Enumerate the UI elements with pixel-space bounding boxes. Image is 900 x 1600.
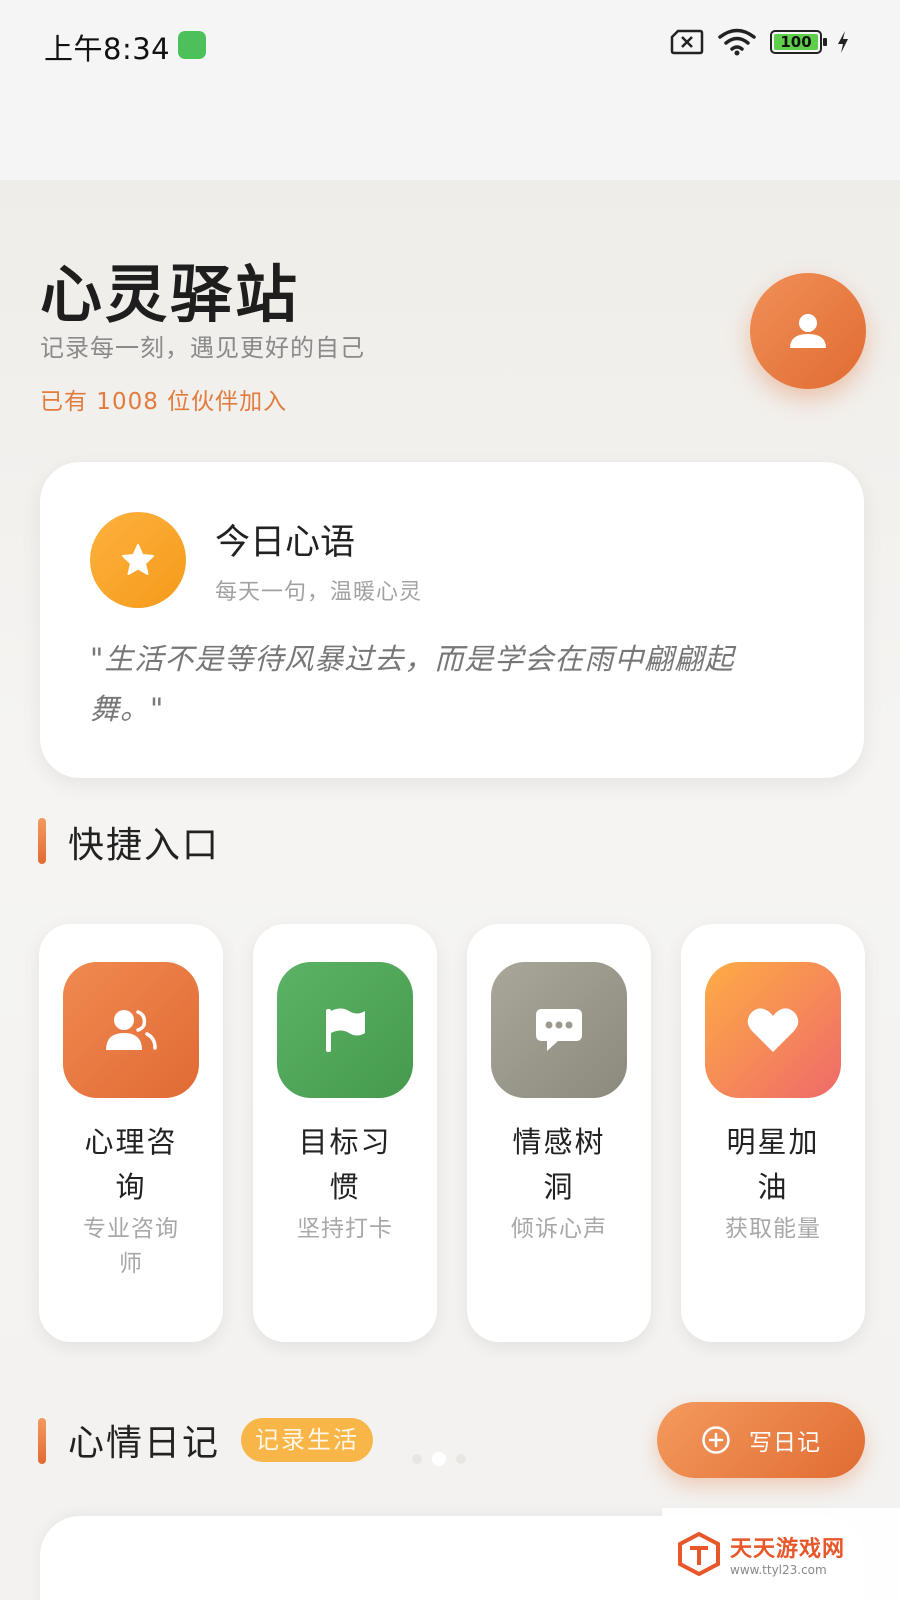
quick-item-subtitle: 倾诉心声 [511, 1216, 607, 1242]
users-icon [63, 962, 199, 1098]
pagination-dot-active[interactable] [432, 1452, 446, 1466]
quick-item-tree-hole[interactable]: 情感树洞 倾诉心声 [467, 924, 651, 1342]
wifi-icon [718, 28, 756, 56]
watermark: 天天游戏网 www.ttyl23.com [662, 1508, 900, 1600]
write-diary-label: 写日记 [749, 1430, 821, 1456]
plus-circle-icon [702, 1426, 730, 1454]
quick-item-title: 心理咨询 [84, 1125, 178, 1204]
diary-section-title: 心情日记 [68, 1423, 221, 1464]
quick-item-consult[interactable]: 心理咨询 专业咨询师 [39, 924, 223, 1342]
status-time: 上午8:34 [44, 32, 171, 66]
user-icon [790, 314, 826, 348]
pagination-dot[interactable] [456, 1454, 466, 1464]
diary-tag-badge: 记录生活 [241, 1418, 373, 1462]
page-title: 心灵驿站 [40, 258, 301, 331]
star-icon [90, 512, 186, 608]
section-accent-bar [38, 1418, 46, 1464]
quick-item-title: 情感树洞 [512, 1125, 606, 1204]
battery-icon: 100 [770, 30, 827, 54]
quick-item-title: 目标习惯 [298, 1125, 392, 1204]
watermark-url: www.ttyl23.com [730, 1563, 827, 1577]
quote-subtitle: 每天一句，温暖心灵 [215, 580, 423, 605]
watermark-logo-icon [678, 1531, 720, 1577]
heart-icon [705, 962, 841, 1098]
quote-text: "生活不是等待风暴过去，而是学会在雨中翩翩起舞。" [90, 642, 735, 726]
quick-item-star-cheer[interactable]: 明星加油 获取能量 [681, 924, 865, 1342]
status-bar: 上午8:34 100 [0, 0, 900, 180]
quick-item-subtitle: 获取能量 [725, 1216, 821, 1242]
status-indicators: 100 [670, 28, 850, 56]
daily-quote-card[interactable]: 今日心语 每天一句，温暖心灵 "生活不是等待风暴过去，而是学会在雨中翩翩起舞。" [40, 462, 864, 778]
charging-icon [838, 31, 848, 53]
pagination-dots [412, 1452, 466, 1466]
quick-item-subtitle: 专业咨询师 [83, 1216, 179, 1277]
quick-item-title: 明星加油 [726, 1125, 820, 1204]
quick-item-habits[interactable]: 目标习惯 坚持打卡 [253, 924, 437, 1342]
watermark-name: 天天游戏网 [730, 1537, 846, 1562]
quick-section-title: 快捷入口 [68, 825, 221, 866]
chat-bubble-icon [491, 962, 627, 1098]
quick-item-subtitle: 坚持打卡 [297, 1216, 393, 1242]
sim-off-icon [670, 29, 704, 55]
battery-level: 100 [774, 34, 818, 50]
home-page: 心灵驿站 记录每一刻，遇见更好的自己 已有 1008 位伙伴加入 今日心语 每天… [0, 180, 900, 1600]
member-count: 已有 1008 位伙伴加入 [40, 389, 288, 415]
section-accent-bar [38, 818, 46, 864]
profile-button[interactable] [750, 273, 866, 389]
app-notification-icon [178, 31, 206, 59]
page-subtitle: 记录每一刻，遇见更好的自己 [40, 334, 365, 362]
flag-icon [277, 962, 413, 1098]
pagination-dot[interactable] [412, 1454, 422, 1464]
write-diary-button[interactable]: 写日记 [657, 1402, 865, 1478]
quote-title: 今日心语 [215, 523, 356, 563]
